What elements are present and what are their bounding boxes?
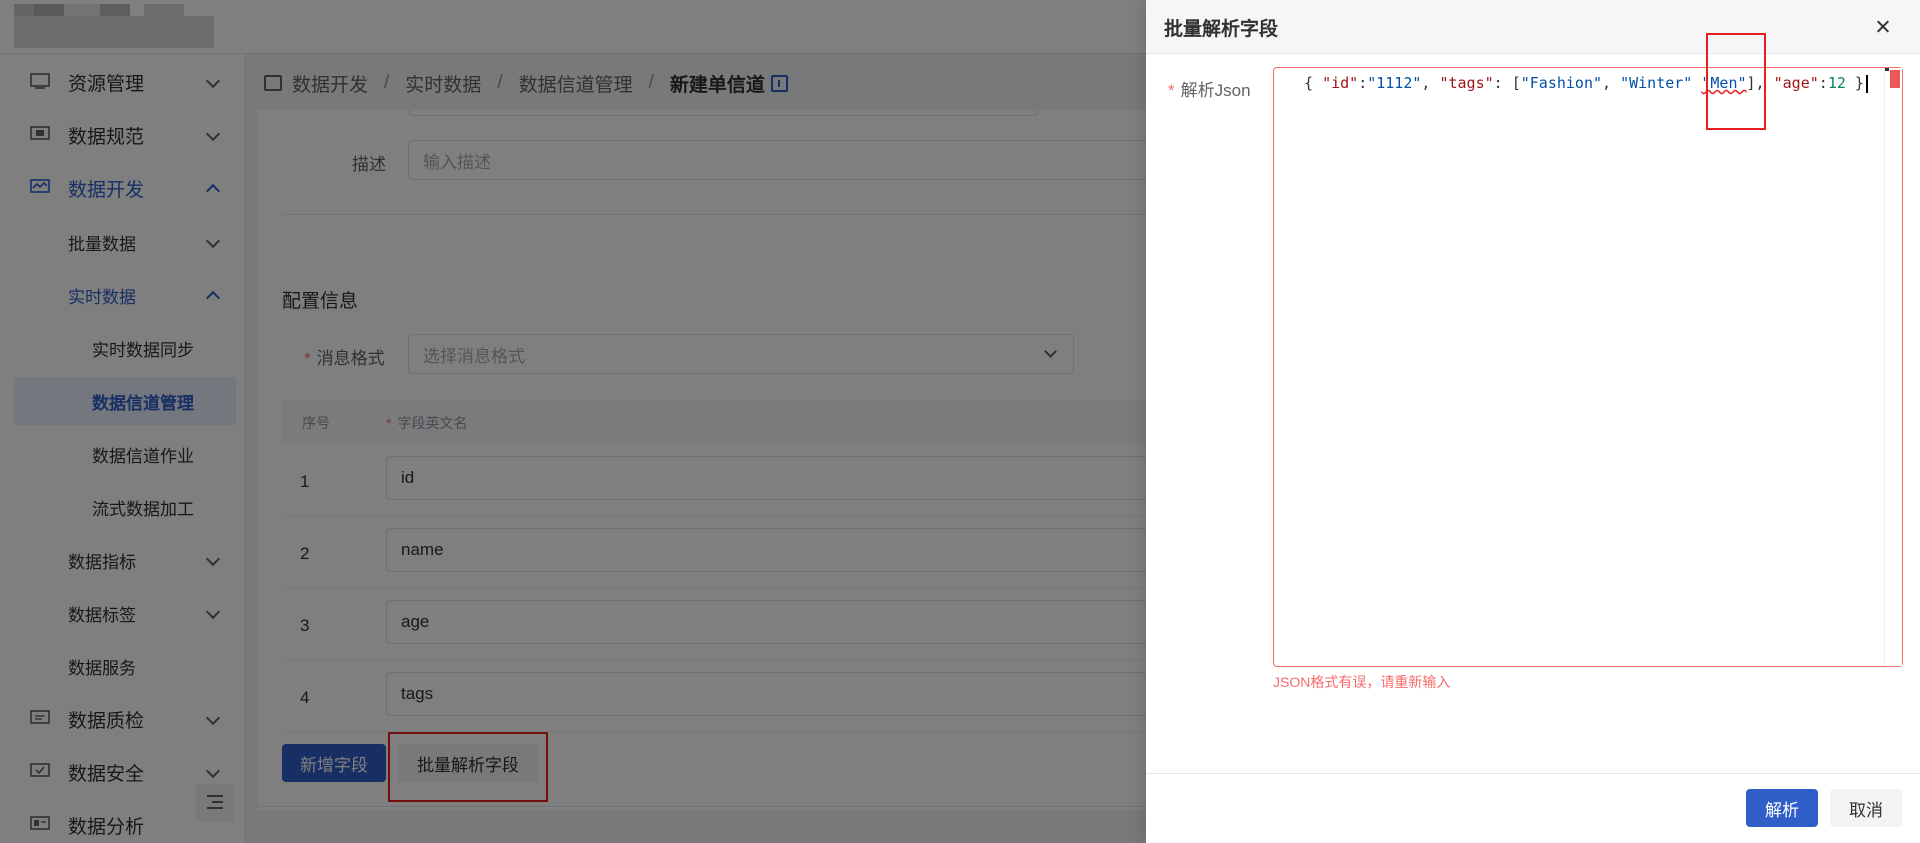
json-editor[interactable]: { "id":"1112", "tags": ["Fashion", "Wint…: [1273, 67, 1903, 667]
error-marker: [1890, 70, 1900, 88]
cancel-button[interactable]: 取消: [1830, 789, 1902, 827]
editor-scrollbar[interactable]: [1884, 68, 1902, 666]
batch-parse-drawer: 批量解析字段 * 解析Json { "id":"1112", "tags": ["…: [1146, 0, 1920, 843]
json-error-message: JSON格式有误，请重新输入: [1273, 674, 1451, 690]
text-cursor: [1865, 74, 1868, 93]
drawer-footer: 解析 取消: [1146, 773, 1920, 843]
modal-mask[interactable]: [0, 0, 1146, 843]
code-line: { "id":"1112", "tags": ["Fashion", "Wint…: [1304, 72, 1868, 94]
cursor-marker: [1885, 68, 1889, 71]
json-label: * 解析Json: [1168, 81, 1251, 100]
highlight-box: [1706, 33, 1766, 130]
parse-button[interactable]: 解析: [1746, 789, 1818, 827]
drawer-header: 批量解析字段: [1146, 0, 1920, 54]
close-icon[interactable]: [1872, 16, 1894, 38]
drawer-title: 批量解析字段: [1164, 19, 1279, 40]
